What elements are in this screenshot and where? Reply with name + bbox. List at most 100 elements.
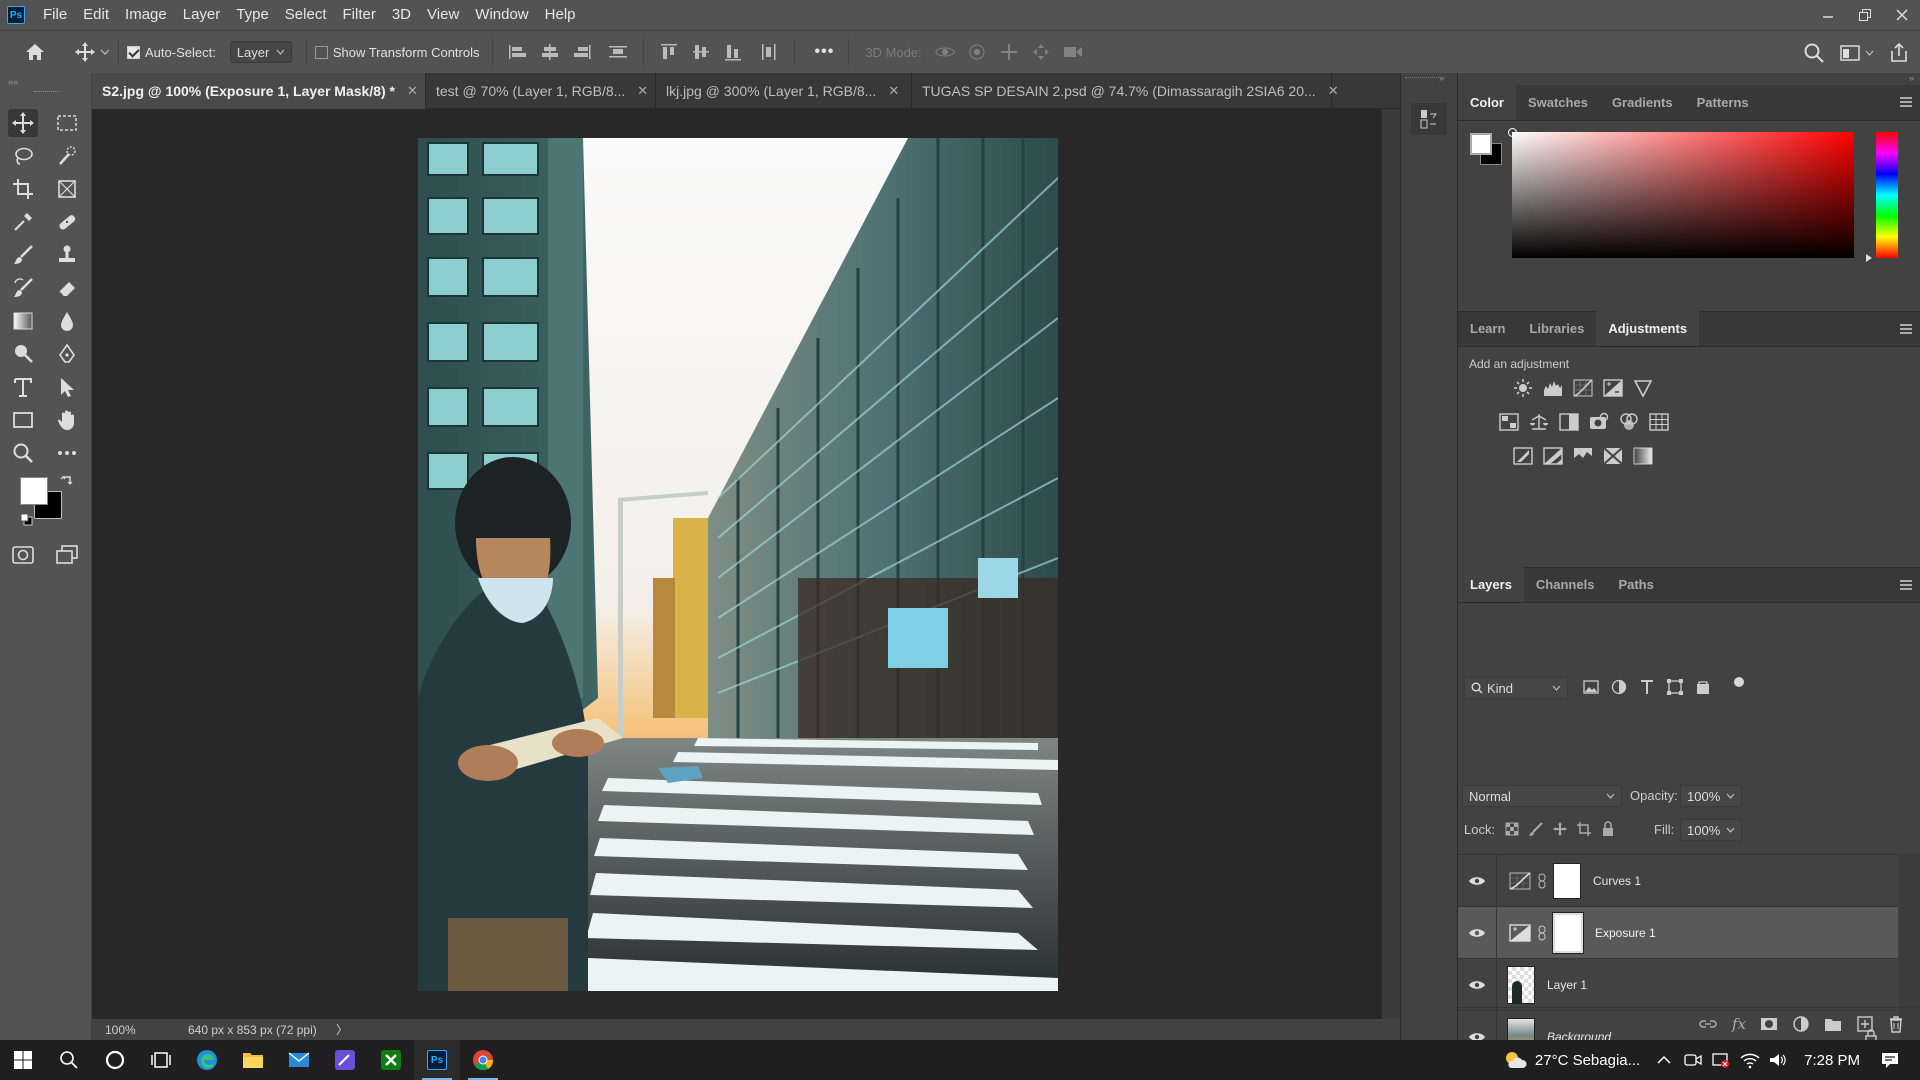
foreground-color-chip[interactable] <box>1470 133 1492 155</box>
close-tab-icon[interactable]: ✕ <box>637 83 648 99</box>
fx-icon[interactable]: fx <box>1732 1015 1746 1033</box>
start-button[interactable] <box>0 1040 46 1080</box>
align-top-icon[interactable] <box>658 42 680 62</box>
frame-tool[interactable] <box>52 175 82 203</box>
tab-paths[interactable]: Paths <box>1606 566 1665 602</box>
menu-edit[interactable]: Edit <box>75 0 117 30</box>
panel-menu-icon[interactable] <box>1900 97 1912 107</box>
levels-icon[interactable] <box>1542 377 1564 399</box>
new-group-icon[interactable] <box>1824 1016 1842 1032</box>
menu-help[interactable]: Help <box>537 0 584 30</box>
align-center-icon[interactable] <box>539 42 561 62</box>
blur-tool[interactable] <box>52 307 82 335</box>
notification-icon[interactable] <box>1880 1050 1900 1070</box>
new-layer-icon[interactable] <box>1856 1015 1874 1033</box>
brightness-contrast-icon[interactable] <box>1512 377 1534 399</box>
tab-s2-jpg[interactable]: S2.jpg @ 100% (Exposure 1, Layer Mask/8)… <box>92 73 426 109</box>
tab-adjustments[interactable]: Adjustments <box>1596 310 1700 346</box>
layer-mask-thumbnail[interactable] <box>1552 911 1584 954</box>
lock-artboard-icon[interactable] <box>1576 821 1592 837</box>
taskbar-search-button[interactable] <box>46 1040 92 1080</box>
selective-color-icon[interactable] <box>1602 445 1624 467</box>
restore-icon[interactable] <box>1846 0 1883 30</box>
lock-position-icon[interactable] <box>1552 821 1568 837</box>
tab-lkj-jpg[interactable]: lkj.jpg @ 300% (Layer 1, RGB/8... ✕ <box>656 73 912 109</box>
invert-icon[interactable] <box>1512 445 1534 467</box>
color-picker-handle[interactable] <box>1508 128 1517 137</box>
menu-3d[interactable]: 3D <box>384 0 419 30</box>
wifi-icon[interactable] <box>1740 1051 1760 1069</box>
distribute-horizontal-icon[interactable] <box>758 42 780 62</box>
menu-layer[interactable]: Layer <box>175 0 229 30</box>
collapse-arrows-icon[interactable]: «« <box>8 77 18 87</box>
path-selection-tool[interactable] <box>52 373 82 401</box>
crop-tool[interactable] <box>8 175 38 203</box>
default-colors-icon[interactable] <box>20 513 34 527</box>
task-view-button[interactable] <box>138 1040 184 1080</box>
link-icon[interactable] <box>1537 925 1547 941</box>
workspace-switcher[interactable] <box>1839 43 1874 63</box>
type-tool[interactable] <box>8 373 38 401</box>
menu-file[interactable]: File <box>35 0 75 30</box>
filter-toggle-icon[interactable] <box>1734 677 1744 687</box>
chevron-down-icon[interactable] <box>1726 793 1735 799</box>
blend-mode-dropdown[interactable]: Normal <box>1462 785 1622 807</box>
show-transform-checkbox[interactable] <box>314 45 328 59</box>
home-icon[interactable] <box>0 42 70 62</box>
taskbar-edge[interactable] <box>184 1040 230 1080</box>
volume-icon[interactable] <box>1768 1051 1788 1069</box>
scale-3d-icon[interactable] <box>1062 42 1084 62</box>
filter-type-icon[interactable] <box>1638 678 1656 696</box>
tab-libraries[interactable]: Libraries <box>1517 310 1596 346</box>
chevron-up-icon[interactable] <box>1656 1054 1672 1066</box>
layer-row-curves-1[interactable]: Curves 1 <box>1458 854 1898 907</box>
align-middle-icon[interactable] <box>690 42 712 62</box>
edit-toolbar-button[interactable] <box>52 439 82 467</box>
taskbar-xbox[interactable] <box>368 1040 414 1080</box>
history-panel-button[interactable] <box>1411 103 1447 135</box>
taskbar-file-explorer[interactable] <box>230 1040 276 1080</box>
more-options-button[interactable]: ••• <box>815 43 835 61</box>
lock-pixels-icon[interactable] <box>1528 821 1544 837</box>
hue-slider[interactable] <box>1866 132 1898 262</box>
quick-mask-button[interactable] <box>8 541 38 569</box>
status-menu-arrow[interactable]: 〉 <box>330 1021 348 1038</box>
filter-shape-icon[interactable] <box>1666 678 1684 696</box>
cortana-button[interactable] <box>92 1040 138 1080</box>
close-tab-icon[interactable]: ✕ <box>888 83 899 99</box>
tab-learn[interactable]: Learn <box>1458 310 1517 346</box>
posterize-icon[interactable] <box>1542 445 1564 467</box>
weather-cloud-sun-icon[interactable] <box>1503 1049 1529 1071</box>
app-alert-icon[interactable] <box>1712 1051 1730 1069</box>
tab-color[interactable]: Color <box>1458 84 1516 120</box>
new-adjustment-layer-icon[interactable] <box>1792 1015 1810 1033</box>
layer-row-layer-1[interactable]: Layer 1 <box>1458 958 1898 1011</box>
slide-3d-icon[interactable] <box>1030 42 1052 62</box>
auto-select-dropdown[interactable]: Layer <box>229 41 292 63</box>
hue-saturation-icon[interactable] <box>1498 411 1520 433</box>
tab-gradients[interactable]: Gradients <box>1600 84 1685 120</box>
tab-channels[interactable]: Channels <box>1524 566 1607 602</box>
threshold-icon[interactable] <box>1572 445 1594 467</box>
align-right-icon[interactable] <box>571 42 593 62</box>
layer-mask-thumbnail[interactable] <box>1553 862 1581 899</box>
fill-input[interactable]: 100% <box>1680 819 1742 841</box>
document-canvas-area[interactable] <box>92 109 1382 1019</box>
rectangle-tool[interactable] <box>8 406 38 434</box>
document-image[interactable] <box>418 138 1058 991</box>
expand-arrows-icon[interactable]: » <box>1439 73 1444 83</box>
lock-all-icon[interactable] <box>1600 821 1616 837</box>
share-icon[interactable] <box>1888 42 1910 64</box>
lasso-tool[interactable] <box>8 142 38 170</box>
close-icon[interactable] <box>1883 0 1920 30</box>
minimize-icon[interactable] <box>1809 0 1846 30</box>
eraser-tool[interactable] <box>52 274 82 302</box>
screen-mode-button[interactable] <box>52 541 82 569</box>
tab-layers[interactable]: Layers <box>1458 566 1524 602</box>
hand-tool[interactable] <box>52 406 82 434</box>
clone-stamp-tool[interactable] <box>52 241 82 269</box>
move-tool-preset-picker[interactable] <box>74 41 110 63</box>
zoom-level[interactable]: 100% <box>92 1023 160 1037</box>
close-tab-icon[interactable]: ✕ <box>407 83 418 99</box>
tab-patterns[interactable]: Patterns <box>1685 84 1761 120</box>
